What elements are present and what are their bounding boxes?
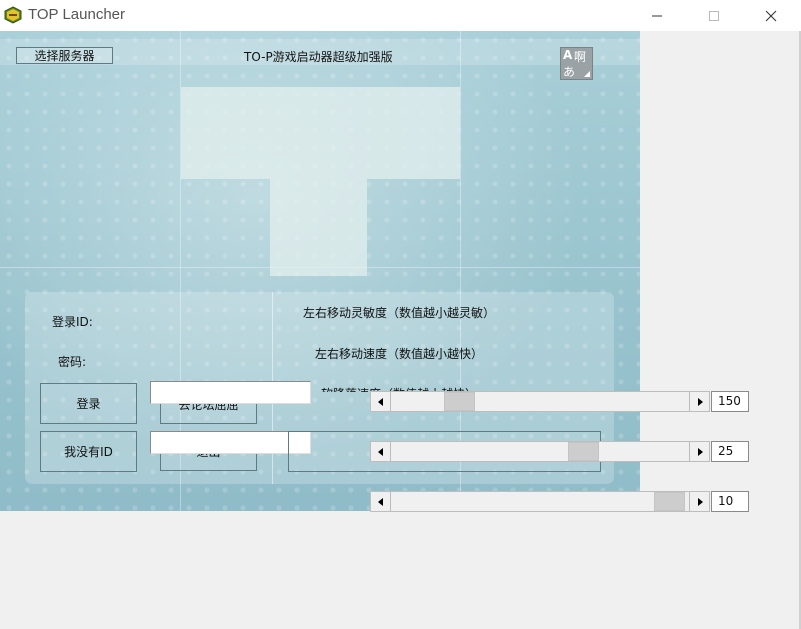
no-id-button-label: 我没有ID bbox=[64, 445, 113, 459]
arrow-left-icon bbox=[377, 447, 383, 456]
minimize-button[interactable] bbox=[634, 0, 680, 31]
minimize-icon bbox=[652, 15, 662, 16]
select-server-label: 选择服务器 bbox=[34, 49, 95, 63]
slider-track bbox=[390, 492, 690, 511]
slider-track bbox=[390, 442, 690, 461]
login-id-input[interactable] bbox=[150, 381, 311, 404]
password-label: 密码: bbox=[58, 355, 87, 369]
move-sensitivity-value[interactable]: 150 bbox=[711, 391, 749, 412]
maximize-button[interactable] bbox=[691, 0, 737, 31]
logo-t-stem bbox=[270, 179, 367, 276]
move-speed-value[interactable]: 25 bbox=[711, 441, 749, 462]
slider-track bbox=[390, 392, 690, 411]
app-title: TO-P游戏启动器超级加强版 bbox=[244, 50, 393, 64]
ime-corner-icon bbox=[584, 71, 590, 77]
slider-right-arrow[interactable] bbox=[690, 392, 709, 411]
password-input[interactable] bbox=[150, 431, 311, 454]
close-button[interactable] bbox=[748, 0, 794, 31]
login-button[interactable]: 登录 bbox=[40, 383, 137, 424]
login-button-label: 登录 bbox=[76, 397, 101, 411]
arrow-right-icon bbox=[697, 497, 703, 506]
arrow-right-icon bbox=[697, 397, 703, 406]
ime-japanese: あ bbox=[563, 65, 576, 79]
login-id-label: 登录ID: bbox=[52, 315, 93, 329]
arrow-left-icon bbox=[377, 397, 383, 406]
slider-left-arrow[interactable] bbox=[371, 392, 390, 411]
window-title: TOP Launcher bbox=[28, 6, 126, 23]
ime-latin: A bbox=[563, 48, 573, 62]
ime-chinese: 啊 bbox=[574, 50, 587, 64]
move-sensitivity-label: 左右移动灵敏度（数值越小越灵敏） bbox=[303, 306, 496, 320]
logo-t-top bbox=[181, 87, 460, 179]
soft-drop-value[interactable]: 10 bbox=[711, 491, 749, 512]
slider-thumb[interactable] bbox=[568, 442, 600, 461]
arrow-left-icon bbox=[377, 497, 383, 506]
slider-thumb[interactable] bbox=[443, 392, 475, 411]
maximize-icon bbox=[709, 10, 719, 21]
slider-left-arrow[interactable] bbox=[371, 492, 390, 511]
top-launcher-icon bbox=[4, 6, 22, 24]
slider-right-arrow[interactable] bbox=[690, 492, 709, 511]
title-bar: TOP Launcher bbox=[0, 0, 801, 31]
move-speed-label: 左右移动速度（数值越小越快） bbox=[315, 347, 484, 361]
move-sensitivity-slider[interactable] bbox=[370, 391, 710, 412]
slider-right-arrow[interactable] bbox=[690, 442, 709, 461]
move-speed-slider[interactable] bbox=[370, 441, 710, 462]
soft-drop-slider[interactable] bbox=[370, 491, 710, 512]
close-icon bbox=[765, 10, 777, 21]
ime-indicator[interactable]: A 啊 あ bbox=[560, 47, 593, 80]
arrow-right-icon bbox=[697, 447, 703, 456]
slider-thumb[interactable] bbox=[653, 492, 685, 511]
no-id-button[interactable]: 我没有ID bbox=[40, 431, 137, 472]
slider-left-arrow[interactable] bbox=[371, 442, 390, 461]
select-server-button[interactable]: 选择服务器 bbox=[16, 47, 113, 64]
